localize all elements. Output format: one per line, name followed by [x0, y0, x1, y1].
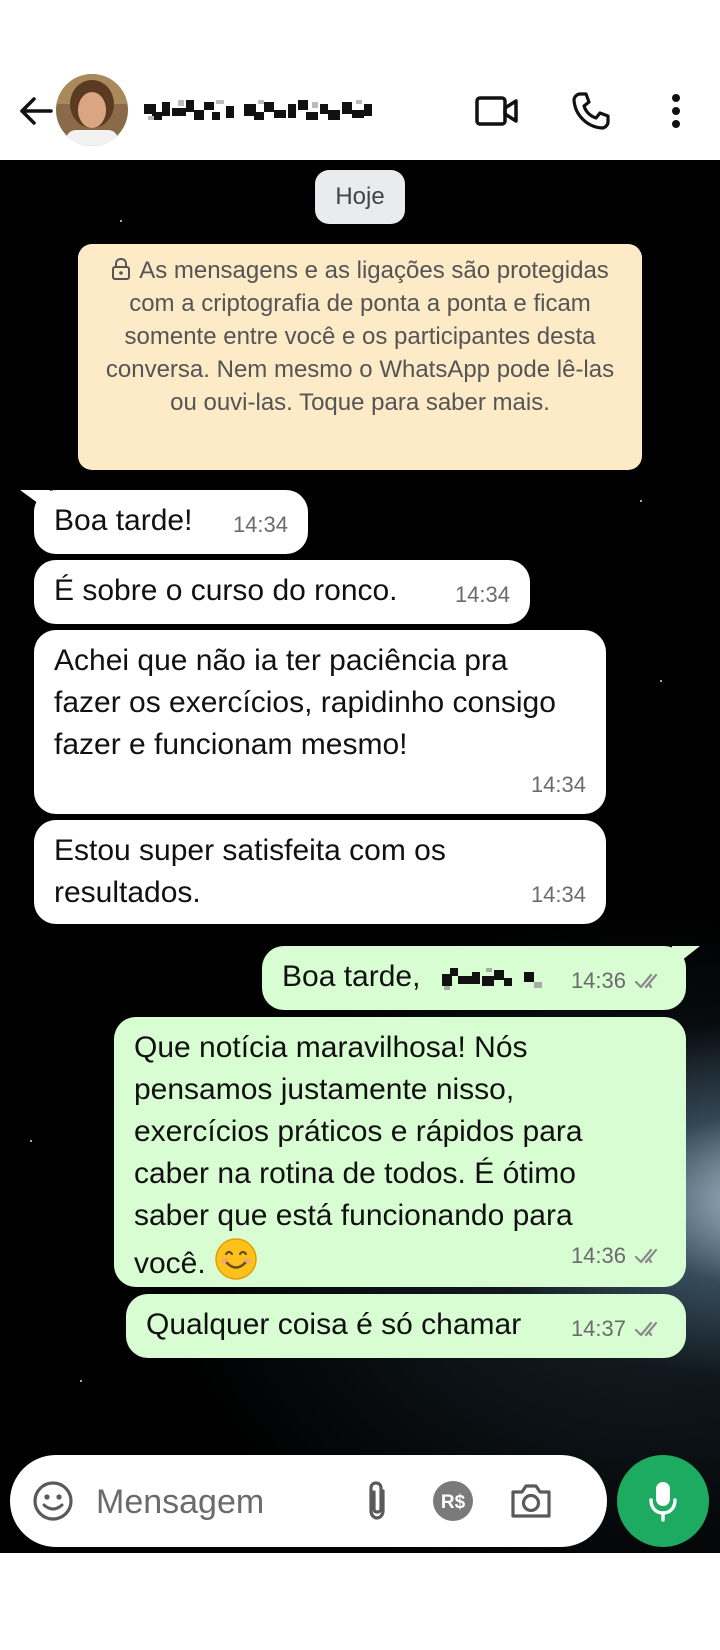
message-bubble[interactable]: Boa tarde, 14:36	[262, 946, 686, 1010]
message-time: 14:34	[530, 772, 586, 797]
message-text: Boa tarde!	[54, 504, 193, 537]
date-chip: Hoje	[315, 170, 405, 224]
message-text: Estou super satisfeita com os resultados…	[54, 834, 446, 909]
message-bubble[interactable]: É sobre o curso do ronco. 14:34	[34, 560, 530, 624]
message-time: 14:36	[570, 1243, 626, 1268]
message-time: 14:34	[530, 882, 586, 907]
avatar[interactable]	[56, 74, 128, 146]
camera-icon[interactable]	[506, 1476, 556, 1526]
message-time: 14:36	[570, 968, 626, 993]
chat-area[interactable]: Hoje As mensagens e as ligações são prot…	[0, 160, 720, 1553]
message-text: Qualquer coisa é só chamar	[146, 1308, 522, 1341]
message-bubble[interactable]: Qualquer coisa é só chamar 14:37	[126, 1294, 686, 1358]
svg-text:R$: R$	[441, 1492, 466, 1513]
read-ticks-icon	[634, 1321, 658, 1337]
message-text: Que notícia maravilhosa! Nós pensamos ju…	[134, 1031, 583, 1280]
payment-icon[interactable]: R$	[428, 1476, 478, 1526]
message-bubble[interactable]: Achei que não ia ter paciência pra fazer…	[34, 630, 606, 814]
more-options-icon[interactable]	[651, 86, 701, 136]
message-bubble[interactable]: Estou super satisfeita com os resultados…	[34, 820, 606, 924]
read-ticks-icon	[634, 1248, 658, 1264]
mic-icon	[649, 1482, 677, 1522]
emoji-icon[interactable]	[28, 1476, 78, 1526]
voice-call-icon[interactable]	[566, 86, 616, 136]
message-text: É sobre o curso do ronco.	[54, 574, 398, 607]
message-time: 14:34	[232, 512, 288, 537]
message-text: Achei que não ia ter paciência pra fazer…	[54, 644, 556, 761]
message-time: 14:37	[570, 1316, 626, 1341]
bottom-area	[0, 1553, 720, 1650]
message-composer: R$	[10, 1455, 607, 1547]
message-bubble[interactable]: Que notícia maravilhosa! Nós pensamos ju…	[114, 1017, 686, 1287]
mic-button[interactable]	[617, 1455, 709, 1547]
message-text: Boa tarde,	[282, 960, 421, 993]
message-meta: 14:36	[571, 1235, 666, 1277]
message-time: 14:34	[454, 582, 510, 607]
redacted-name-mark	[442, 968, 542, 990]
message-input[interactable]	[94, 1469, 338, 1535]
contact-name[interactable]	[142, 90, 392, 132]
message-meta: 14:37	[571, 1308, 666, 1350]
encryption-notice-text: As mensagens e as ligações são protegida…	[105, 257, 615, 416]
chat-header	[0, 62, 720, 160]
encryption-notice[interactable]: As mensagens e as ligações são protegida…	[78, 244, 642, 470]
redacted-name-mark	[144, 100, 372, 120]
attach-icon[interactable]	[352, 1476, 402, 1526]
message-meta: 14:36	[571, 960, 666, 1002]
back-arrow-icon[interactable]	[16, 88, 56, 134]
video-call-icon[interactable]	[472, 86, 522, 136]
message-bubble[interactable]: Boa tarde! 14:34	[34, 490, 308, 554]
read-ticks-icon	[634, 973, 658, 989]
lock-icon	[112, 258, 131, 280]
status-bar	[0, 0, 720, 62]
smiling-face-emoji	[215, 1238, 257, 1280]
